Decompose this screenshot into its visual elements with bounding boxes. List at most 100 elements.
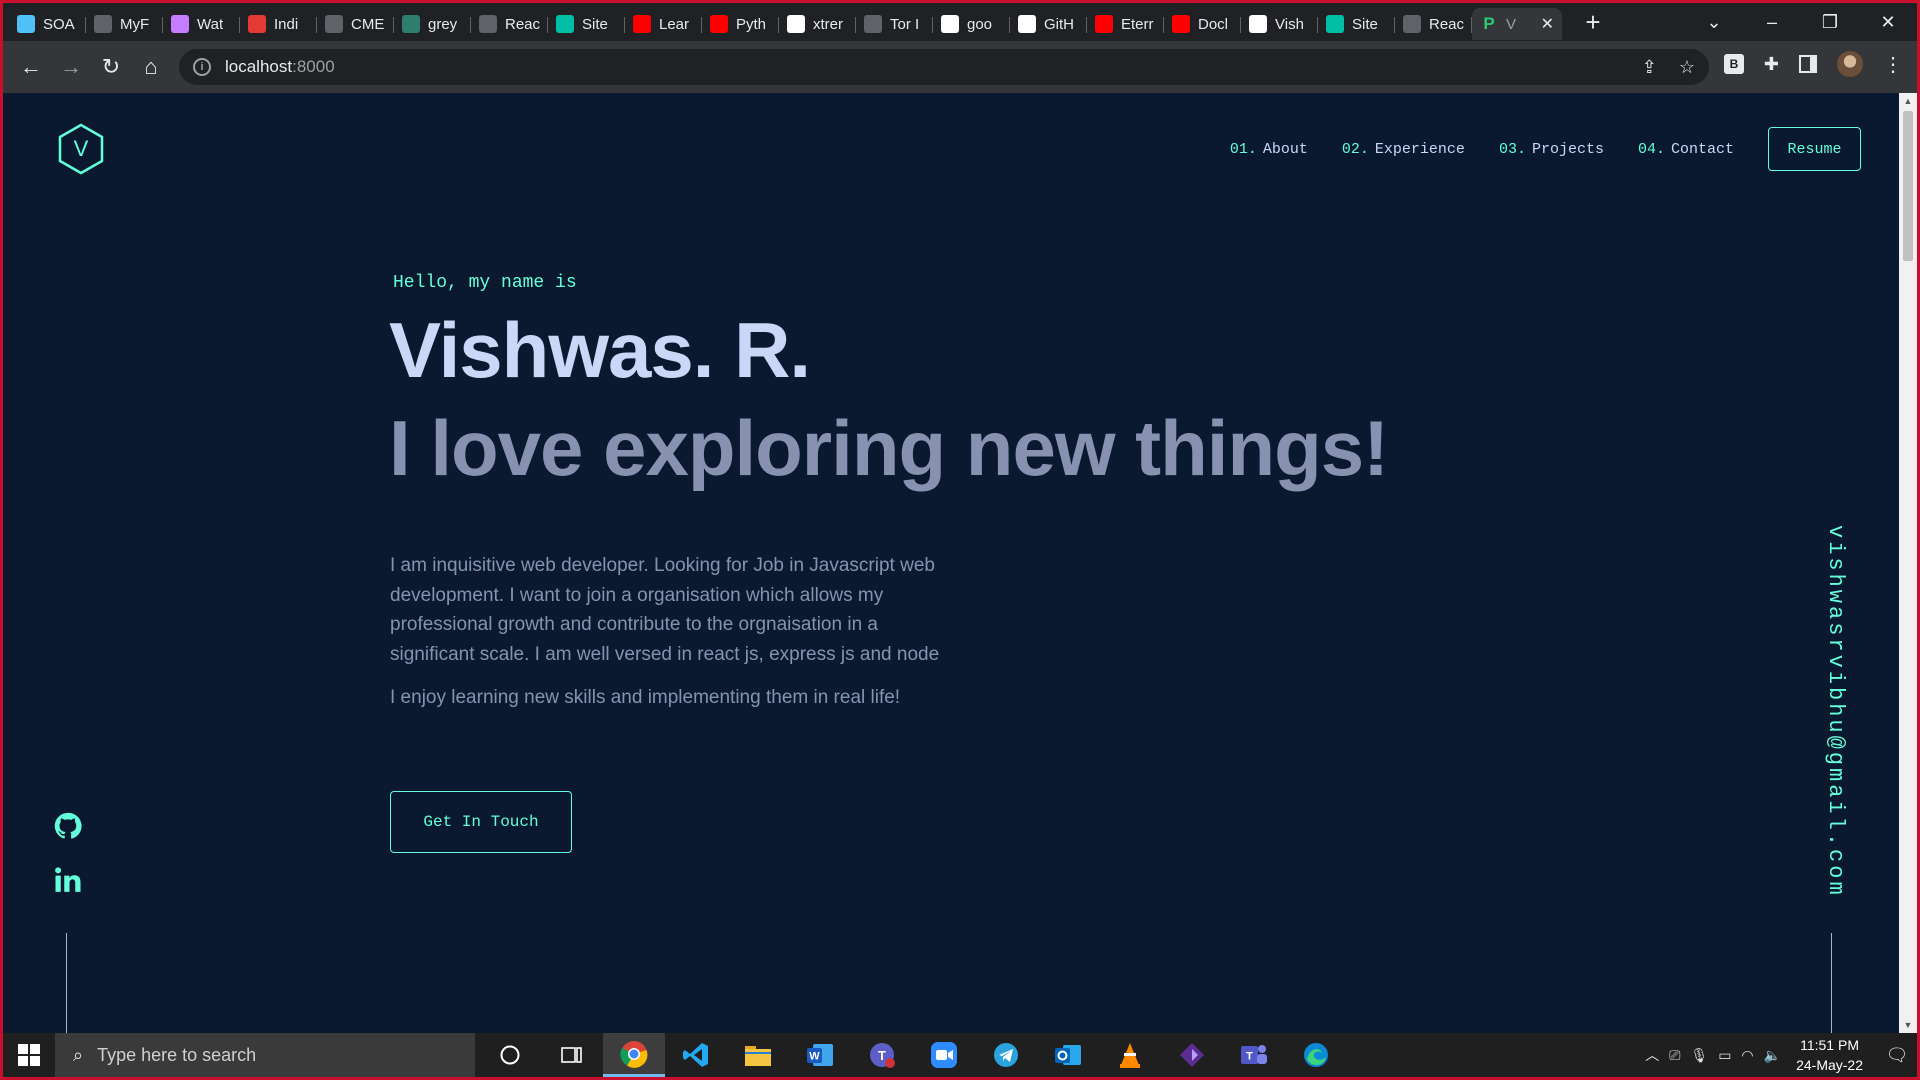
- email-divider-line: [1831, 933, 1832, 1033]
- tab-title: Lear: [659, 15, 690, 33]
- nav-about[interactable]: 01. About: [1230, 141, 1308, 158]
- tab-item[interactable]: Pyth: [702, 8, 779, 40]
- tab-title: Wat: [197, 15, 224, 33]
- cortana-icon[interactable]: [479, 1033, 541, 1077]
- svg-text:T: T: [1246, 1051, 1253, 1063]
- tab-item[interactable]: Site: [1318, 8, 1395, 40]
- search-placeholder: Type here to search: [97, 1044, 257, 1065]
- zoom-icon[interactable]: [913, 1033, 975, 1077]
- resume-button[interactable]: Resume: [1768, 127, 1861, 171]
- tab-search-icon[interactable]: ⌄: [1685, 12, 1743, 33]
- vlc-icon[interactable]: [1099, 1033, 1161, 1077]
- file-explorer-icon[interactable]: [727, 1033, 789, 1077]
- microphone-icon[interactable]: 🎙: [1690, 1047, 1708, 1064]
- nav-label: About: [1262, 140, 1308, 158]
- vscode-icon[interactable]: [665, 1033, 727, 1077]
- telegram-icon[interactable]: [975, 1033, 1037, 1077]
- extension-b-icon[interactable]: B: [1723, 54, 1744, 74]
- tab-item[interactable]: grey: [394, 8, 471, 40]
- tab-item[interactable]: Site: [548, 8, 625, 40]
- outlook-icon[interactable]: [1037, 1033, 1099, 1077]
- word-icon[interactable]: W: [789, 1033, 851, 1077]
- tab-item[interactable]: SOA: [9, 8, 86, 40]
- close-window-icon[interactable]: ✕: [1859, 12, 1917, 33]
- tab-item[interactable]: goo: [933, 8, 1010, 40]
- linkedin-icon[interactable]: [53, 865, 83, 895]
- taskbar-apps: W T T: [479, 1033, 1347, 1077]
- nav-contact[interactable]: 04. Contact: [1638, 141, 1734, 158]
- teams-icon[interactable]: T: [851, 1033, 913, 1077]
- tab-item[interactable]: Reac: [1395, 8, 1472, 40]
- window-controls: ⌄ – ❐ ✕: [1685, 3, 1917, 41]
- url-text[interactable]: localhost:8000: [225, 57, 335, 77]
- tab-title: Reac: [1429, 15, 1464, 33]
- nav-projects[interactable]: 03. Projects: [1499, 141, 1604, 158]
- close-tab-icon[interactable]: ✕: [1541, 14, 1554, 34]
- site-info-icon[interactable]: i: [193, 58, 211, 76]
- svg-text:T: T: [878, 1048, 886, 1063]
- back-icon[interactable]: ←: [11, 54, 51, 80]
- page-scrollbar[interactable]: ▲ ▼: [1899, 93, 1917, 1033]
- nav-experience[interactable]: 02. Experience: [1342, 141, 1465, 158]
- tab-title: Site: [582, 15, 608, 33]
- share-icon[interactable]: ⇪: [1642, 57, 1657, 78]
- logo-letter[interactable]: V: [57, 123, 105, 175]
- taskbar-search[interactable]: ⌕ Type here to search: [55, 1033, 475, 1077]
- task-view-icon[interactable]: [541, 1033, 603, 1077]
- system-tray: ︿ ⎚ 🎙 ▭ ◠ 🔈 11:51 PM 24-May-22 🗨: [1640, 1033, 1917, 1077]
- tab-title: V: [1506, 15, 1517, 33]
- wifi-icon[interactable]: ◠: [1741, 1047, 1753, 1064]
- scrollbar-thumb[interactable]: [1903, 111, 1913, 261]
- tab-item[interactable]: Indi: [240, 8, 317, 40]
- gfg-icon: [402, 15, 420, 33]
- visual-studio-icon[interactable]: [1161, 1033, 1223, 1077]
- minimize-icon[interactable]: –: [1743, 12, 1801, 33]
- react-icon: [1403, 15, 1421, 33]
- tab-title: MyF: [120, 15, 150, 33]
- github-icon[interactable]: [53, 811, 83, 841]
- battery-icon[interactable]: ▭: [1718, 1047, 1731, 1064]
- home-icon[interactable]: ⌂: [131, 54, 171, 80]
- scroll-up-icon[interactable]: ▲: [1899, 96, 1917, 106]
- chevron-up-icon[interactable]: ︿: [1645, 1045, 1659, 1065]
- tab-item[interactable]: Reac: [471, 8, 548, 40]
- volume-icon[interactable]: 🔈: [1764, 1047, 1781, 1064]
- clock-date: 24-May-22: [1796, 1057, 1863, 1073]
- teams-work-icon[interactable]: T: [1223, 1033, 1285, 1077]
- bookmark-star-icon[interactable]: ☆: [1679, 57, 1695, 78]
- scroll-down-icon[interactable]: ▼: [1899, 1020, 1917, 1030]
- webcam-icon[interactable]: ⎚: [1669, 1047, 1680, 1064]
- tab-item[interactable]: Eterr: [1087, 8, 1164, 40]
- reload-icon[interactable]: ↻: [91, 54, 131, 80]
- new-tab-button[interactable]: +: [1578, 7, 1608, 38]
- clock[interactable]: 11:51 PM 24-May-22: [1796, 1035, 1863, 1075]
- menu-kebab-icon[interactable]: ⋮: [1883, 52, 1903, 77]
- windows-start-icon[interactable]: [3, 1044, 55, 1066]
- tab-item[interactable]: Docl: [1164, 8, 1241, 40]
- maximize-icon[interactable]: ❐: [1801, 12, 1859, 33]
- social-links: [53, 811, 83, 895]
- tab-active[interactable]: P V ✕: [1472, 8, 1562, 40]
- profile-avatar[interactable]: [1837, 51, 1863, 77]
- email-link[interactable]: vishwasrvibhu@gmail.com: [1823, 525, 1848, 898]
- tab-item[interactable]: Tor I: [856, 8, 933, 40]
- p-icon: P: [1483, 14, 1495, 33]
- address-bar[interactable]: i localhost:8000 ⇪ ☆: [179, 49, 1709, 85]
- tab-item[interactable]: Wat: [163, 8, 240, 40]
- tab-item[interactable]: MyF: [86, 8, 163, 40]
- side-panel-icon[interactable]: [1799, 55, 1817, 73]
- tab-item[interactable]: GitH: [1010, 8, 1087, 40]
- puzzle-extensions-icon[interactable]: ✚: [1764, 54, 1779, 75]
- notification-icon[interactable]: 🗨: [1877, 1045, 1917, 1066]
- edge-icon[interactable]: [1285, 1033, 1347, 1077]
- tab-item[interactable]: xtrer: [779, 8, 856, 40]
- chrome-icon[interactable]: [603, 1033, 665, 1077]
- tab-item[interactable]: Lear: [625, 8, 702, 40]
- greeting-text: Hello, my name is: [393, 273, 577, 293]
- get-in-touch-button[interactable]: Get In Touch: [390, 791, 572, 853]
- tab-item[interactable]: Vish: [1241, 8, 1318, 40]
- tab-item[interactable]: CME: [317, 8, 394, 40]
- grid-icon: [248, 15, 266, 33]
- tab-title: Tor I: [890, 15, 920, 33]
- forward-icon[interactable]: →: [51, 54, 91, 80]
